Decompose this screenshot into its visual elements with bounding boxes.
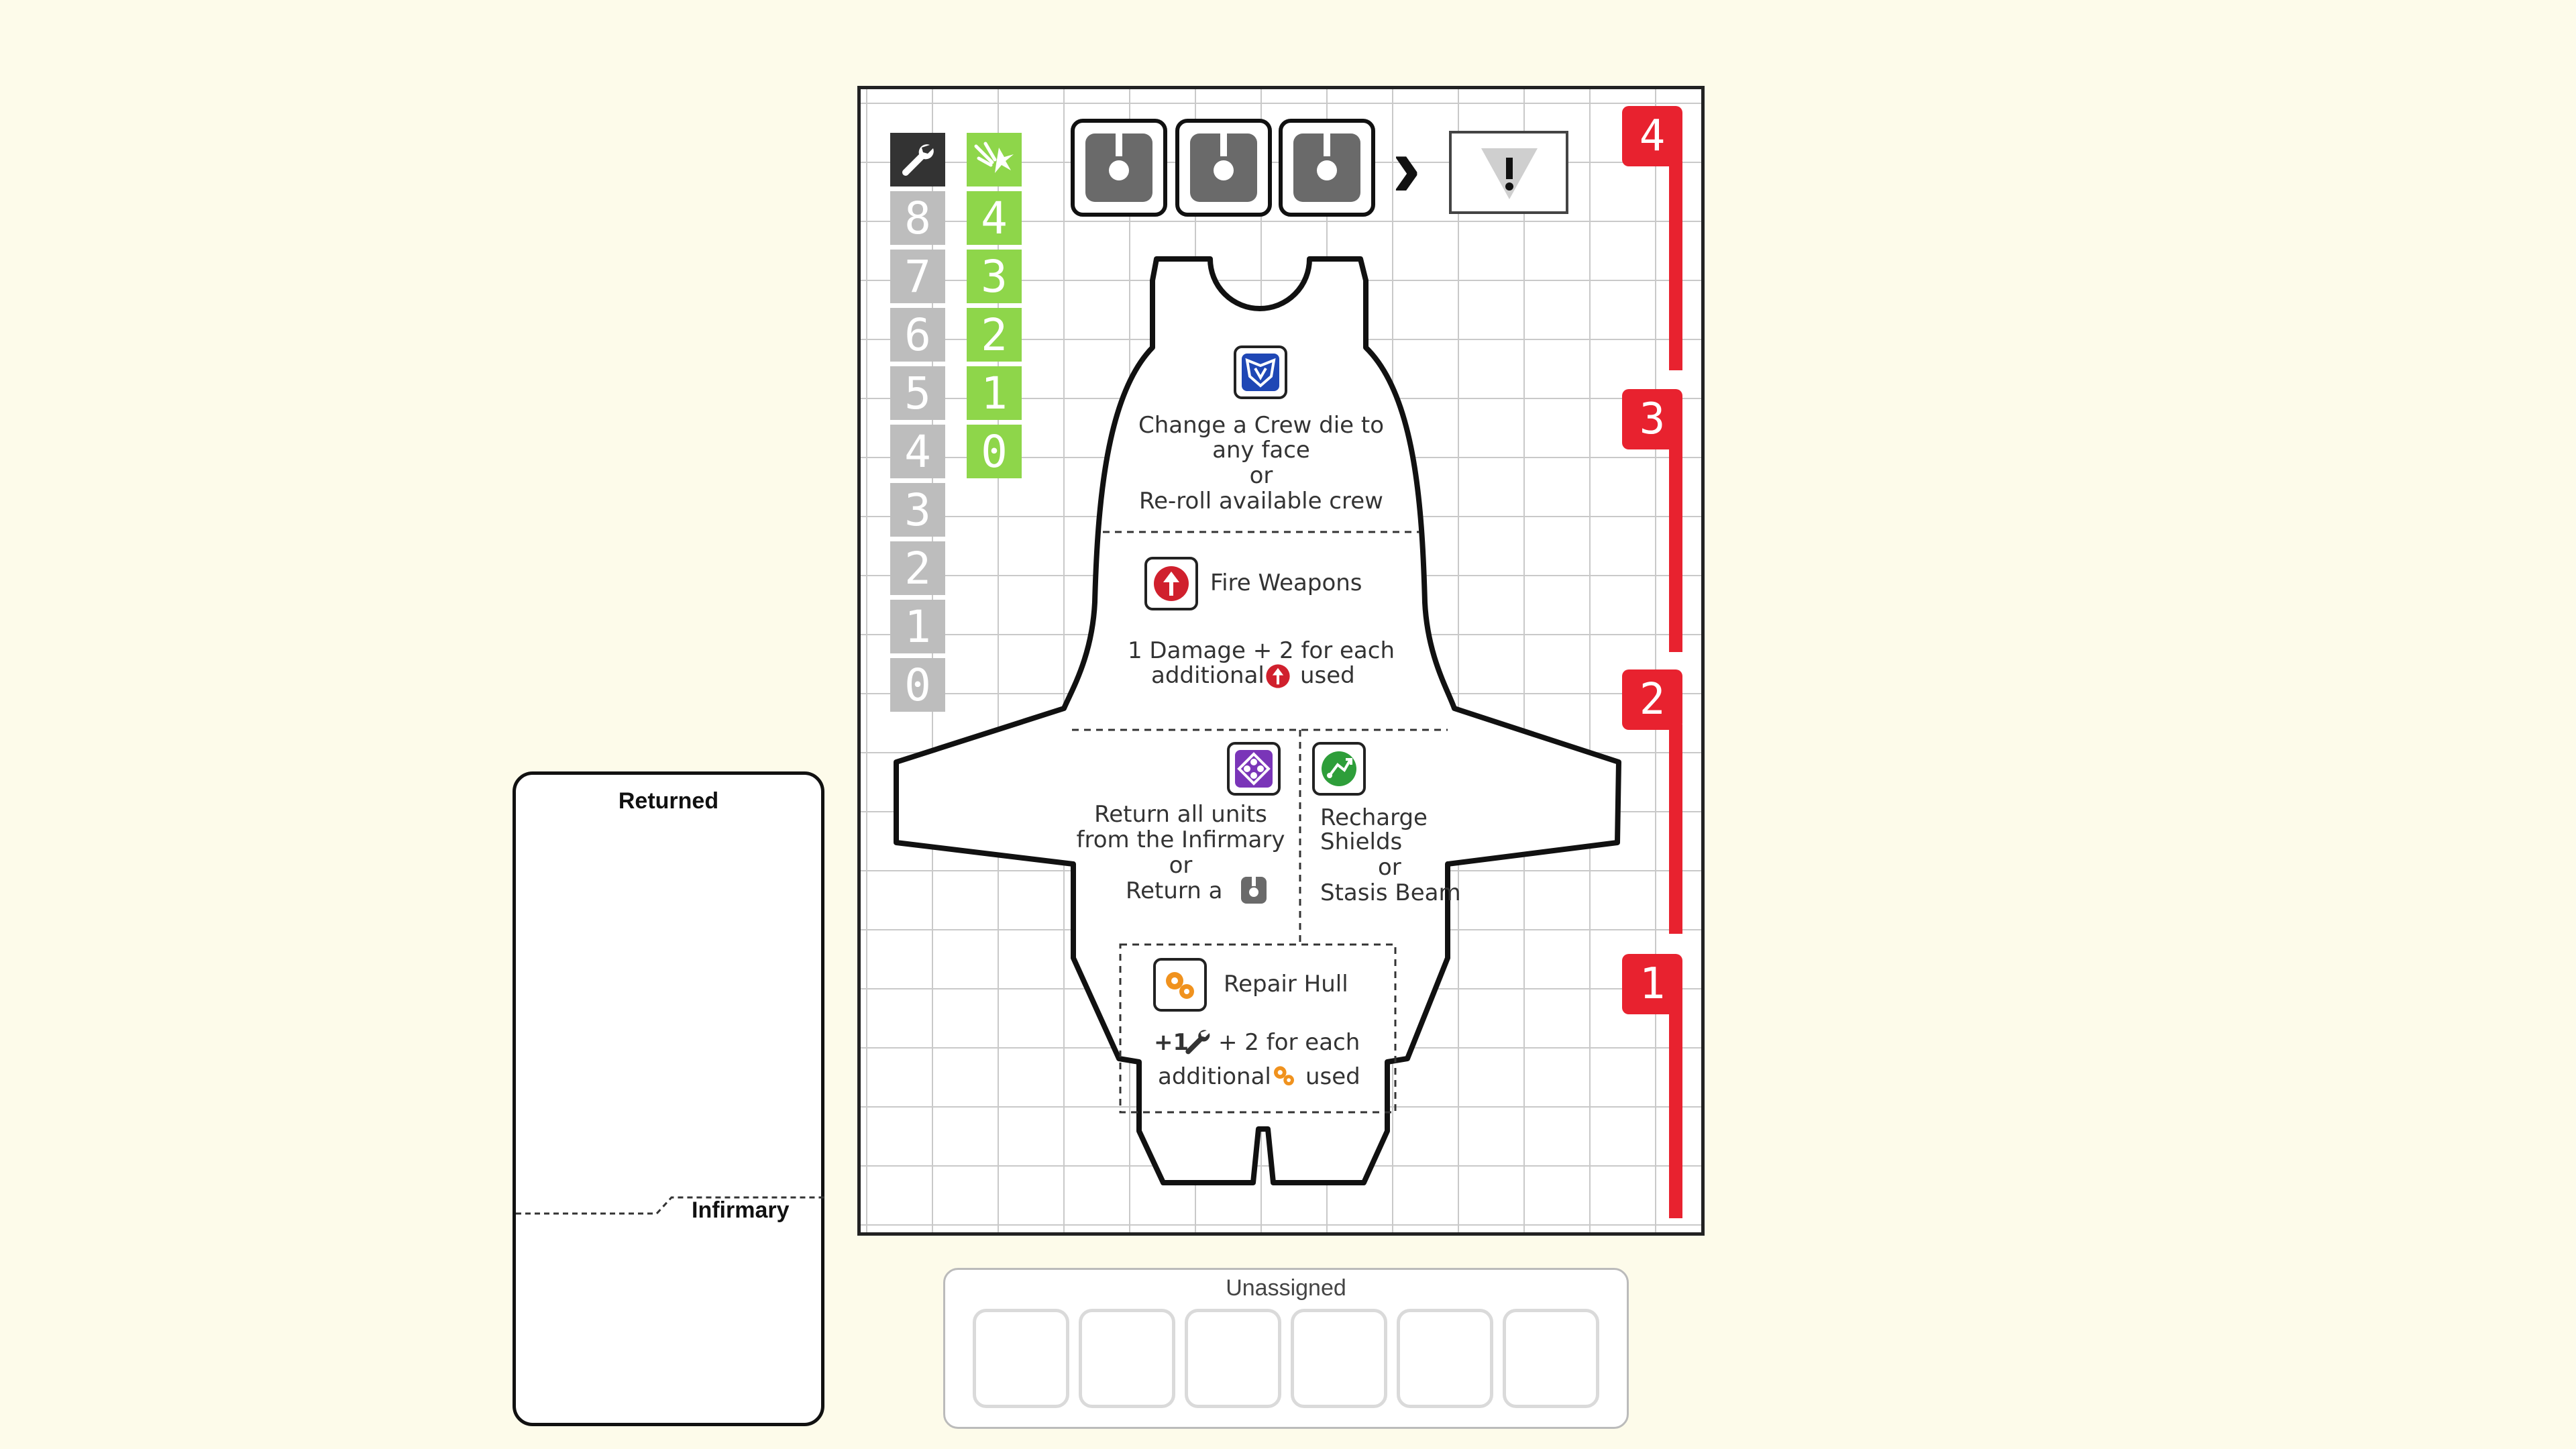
medical-line: or bbox=[1169, 852, 1193, 879]
science-icon bbox=[1322, 751, 1356, 786]
unassigned-title: Unassigned bbox=[1226, 1275, 1346, 1301]
command-icon bbox=[1242, 354, 1279, 391]
unassigned-slot[interactable] bbox=[1185, 1309, 1281, 1408]
returned-panel[interactable]: Returned Infirmary bbox=[513, 771, 824, 1426]
science-line: Stasis Beam bbox=[1320, 879, 1461, 906]
threat-level: 1 bbox=[1622, 954, 1682, 1014]
threat-level: 3 bbox=[1622, 389, 1682, 449]
threat-bar bbox=[1669, 1006, 1682, 1218]
medical-line: Return a bbox=[1126, 877, 1223, 904]
unassigned-slot[interactable] bbox=[1079, 1309, 1175, 1408]
unassigned-slot[interactable] bbox=[1397, 1309, 1493, 1408]
command-station-button[interactable] bbox=[1234, 345, 1287, 399]
medical-line: from the Infirmary bbox=[1076, 826, 1285, 853]
tactical-line: 1 Damage + 2 for each bbox=[1127, 637, 1395, 664]
returned-title: Returned bbox=[618, 788, 719, 814]
fire-weapons-label: Fire Weapons bbox=[1210, 570, 1362, 596]
medical-icon bbox=[1235, 750, 1273, 788]
threat-level: 2 bbox=[1622, 669, 1682, 730]
command-line: any face bbox=[1212, 437, 1310, 464]
engineering-station-button[interactable] bbox=[1153, 958, 1207, 1012]
engineering-line: + 2 for each bbox=[1218, 1029, 1360, 1056]
science-line: Shields bbox=[1320, 828, 1403, 855]
infirmary-label: Infirmary bbox=[692, 1197, 790, 1223]
gears-icon bbox=[1166, 972, 1194, 999]
unassigned-slot[interactable] bbox=[973, 1309, 1069, 1408]
threat-level: 4 bbox=[1622, 106, 1682, 166]
threat-bar bbox=[1669, 443, 1682, 652]
engineering-line: used bbox=[1305, 1063, 1360, 1090]
command-line: Change a Crew die to bbox=[1138, 412, 1384, 439]
unassigned-slot[interactable] bbox=[1503, 1309, 1599, 1408]
crew-die-icon bbox=[1241, 877, 1267, 904]
weapons-icon bbox=[1266, 664, 1290, 688]
medical-line: Return all units bbox=[1094, 801, 1267, 828]
science-line: or bbox=[1378, 854, 1401, 881]
wrench-icon bbox=[1185, 1030, 1210, 1055]
command-line: or bbox=[1249, 462, 1273, 489]
tactical-line: used bbox=[1300, 662, 1355, 689]
command-line: Re-roll available crew bbox=[1139, 488, 1383, 515]
medical-station-button[interactable] bbox=[1227, 742, 1281, 796]
gears-icon bbox=[1274, 1066, 1294, 1085]
tactical-station-button[interactable] bbox=[1144, 557, 1198, 610]
unassigned-slot[interactable] bbox=[1291, 1309, 1387, 1408]
science-station-button[interactable] bbox=[1312, 742, 1366, 796]
tactical-line: additional bbox=[1151, 662, 1265, 689]
threat-bar bbox=[1669, 161, 1682, 370]
weapons-icon bbox=[1154, 566, 1189, 601]
threat-bar bbox=[1669, 724, 1682, 934]
science-line: Recharge bbox=[1320, 804, 1428, 831]
engineering-line: additional bbox=[1158, 1063, 1271, 1090]
repair-hull-label: Repair Hull bbox=[1224, 971, 1348, 998]
